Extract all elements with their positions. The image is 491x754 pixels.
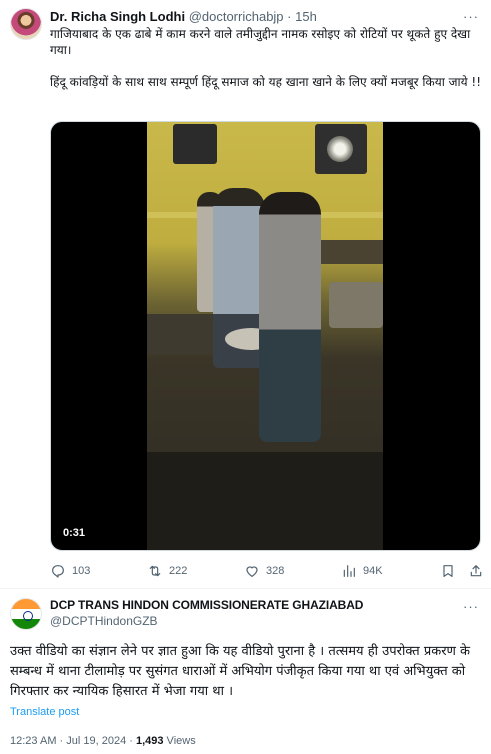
share-button[interactable] [468, 561, 484, 581]
views-count: 94K [363, 565, 383, 577]
author-name[interactable]: DCP TRANS HINDON COMMISSIONERATE GHAZIAB… [50, 598, 363, 613]
repost-icon [149, 565, 161, 577]
like-button[interactable]: 328 [244, 561, 284, 581]
heart-icon [246, 566, 258, 577]
post-text-line: हिंदू कांवड़ियों के साथ साथ सम्पूर्ण हिं… [50, 75, 482, 89]
video-player[interactable]: 0:31 [50, 121, 481, 551]
analytics-icon [343, 565, 355, 577]
reply-count: 103 [72, 565, 91, 577]
repost-count: 222 [169, 565, 188, 577]
original-post[interactable]: Dr. Richa Singh Lodhi @doctorrichabjp · … [0, 0, 491, 588]
avatar[interactable] [10, 8, 42, 40]
repost-button[interactable]: 222 [147, 561, 187, 581]
post-timestamp[interactable]: 12:23 AM · Jul 19, 2024 · [10, 735, 136, 747]
reply-icon [52, 565, 64, 578]
bookmark-icon [443, 565, 453, 577]
separator: · [287, 9, 292, 24]
more-icon[interactable]: ··· [463, 599, 479, 614]
translate-post-link[interactable]: Translate post [10, 706, 79, 718]
divider [0, 588, 491, 589]
video-frame [147, 122, 383, 550]
post-text-line: गाजियाबाद के एक ढाबे में काम करने वाले त… [50, 27, 471, 57]
views-label: Views [163, 735, 196, 747]
author-handle[interactable]: @DCPTHindonGZB [50, 614, 158, 629]
post-header: Dr. Richa Singh Lodhi @doctorrichabjp · … [50, 9, 317, 25]
author-name[interactable]: Dr. Richa Singh Lodhi [50, 9, 185, 24]
post-text: गाजियाबाद के एक ढाबे में काम करने वाले त… [50, 26, 482, 90]
reply-button[interactable]: 103 [50, 561, 90, 581]
action-bar: 103 222 328 94K [50, 561, 486, 581]
post-metadata: 12:23 AM · Jul 19, 2024 · 1,493 Views [10, 735, 196, 747]
views-count[interactable]: 1,493 [136, 735, 164, 747]
post-time[interactable]: 15h [295, 9, 317, 24]
views-button[interactable]: 94K [341, 561, 383, 581]
share-icon [470, 565, 482, 577]
like-count: 328 [266, 565, 285, 577]
more-icon[interactable]: ··· [463, 9, 479, 24]
post-text: उक्त वीडियो का संज्ञान लेने पर ज्ञात हुआ… [10, 644, 471, 699]
bookmark-button[interactable] [440, 561, 456, 581]
video-duration: 0:31 [63, 527, 86, 539]
avatar[interactable] [10, 598, 42, 630]
author-handle[interactable]: @doctorrichabjp [189, 9, 284, 24]
